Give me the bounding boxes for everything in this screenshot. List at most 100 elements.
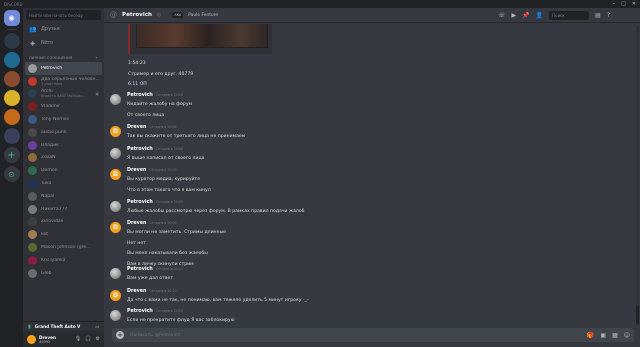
dm-item[interactable]: Domon: [23, 164, 104, 177]
message-input[interactable]: Написать @Petrovich: [130, 333, 180, 338]
avatar: [28, 140, 37, 150]
stream-icon[interactable]: ▭: [95, 324, 99, 329]
dm-item[interactable]: Archi Играет в RAGE Multiplay... ▣: [23, 88, 104, 101]
dm-item[interactable]: Vladimir: [23, 100, 104, 113]
avatar: [28, 63, 37, 73]
maximize-icon[interactable]: □: [621, 1, 626, 7]
dm-item[interactable]: Tuka: [23, 177, 104, 190]
dm-item[interactable]: Владик: [23, 139, 104, 152]
message-author[interactable]: Dreven: [127, 168, 146, 173]
scrollbar[interactable]: [636, 26, 639, 326]
title-bar: DISCORD – □ ✕: [0, 0, 640, 8]
user-panel: Dreven #0593 🎙 🎧 ⚙: [23, 331, 104, 347]
message-author[interactable]: Petrovich: [127, 309, 153, 314]
avatar: [28, 89, 37, 99]
explore-servers-icon[interactable]: ⊙: [3, 166, 20, 182]
message-composer[interactable]: + Написать @Petrovich 🎁 ▣ ▦ ☺: [112, 328, 634, 342]
message: D Dreven Сегодня в 20:09 Вы куратор медиа, …: [110, 168, 211, 196]
dm-name: Petrovich: [41, 65, 63, 71]
server-1-icon[interactable]: [3, 33, 20, 49]
dm-item[interactable]: Gleb: [23, 267, 104, 280]
dm-name: Tuka: [41, 181, 52, 187]
server-3-icon[interactable]: [3, 71, 20, 87]
dm-name: kot: [41, 232, 49, 238]
message-author[interactable]: Petrovich: [127, 200, 153, 205]
minimize-icon[interactable]: –: [613, 1, 616, 7]
avatar[interactable]: [110, 268, 121, 279]
avatar[interactable]: [110, 310, 121, 321]
avatar[interactable]: D: [110, 126, 121, 137]
microphone-icon[interactable]: 🎙: [75, 336, 81, 342]
add-dm-icon[interactable]: +: [95, 56, 98, 60]
sticker-icon[interactable]: ▦: [612, 332, 618, 339]
message-timestamp: Сегодня в 20:09: [155, 200, 183, 204]
settings-gear-icon[interactable]: ⚙: [96, 336, 100, 342]
attach-plus-icon[interactable]: +: [116, 331, 124, 339]
chat-area: @ Petrovich ◎ AKA Paulo Fenture ☏ ▶ 📌 👤 …: [104, 8, 640, 347]
avatar[interactable]: D: [110, 222, 121, 233]
message-timestamp: Сегодня в 20:08: [155, 147, 183, 151]
dm-sidebar: Найти или начать беседу 👥 Друзья ◈ Nitro ЛИ…: [23, 8, 104, 347]
message: D Dreven Сегодня в 20:09 Вы могли не замети…: [110, 221, 226, 270]
server-6-icon[interactable]: [3, 128, 20, 144]
message-author[interactable]: Petrovich: [127, 93, 153, 98]
search-input[interactable]: Поиск: [549, 10, 590, 20]
dm-item[interactable]: Zinovidze: [23, 216, 104, 229]
message-author[interactable]: Dreven: [127, 125, 146, 130]
dm-item[interactable]: audio.punk: [23, 126, 104, 139]
message-text: Вы куратор медиа, курируйте: [127, 177, 201, 182]
nav-item-0[interactable]: 👥 Друзья: [23, 22, 104, 36]
chat-recipient-name: Petrovich: [122, 12, 153, 18]
friends-icon: 👥: [29, 25, 37, 33]
avatar[interactable]: [110, 148, 121, 159]
server-5-icon[interactable]: [3, 109, 20, 125]
dm-name: Napal: [41, 193, 55, 199]
avatar: [28, 255, 37, 265]
avatar[interactable]: D: [110, 290, 121, 301]
message-author[interactable]: Petrovich: [127, 147, 153, 152]
discord-logo-icon[interactable]: ◉: [3, 10, 20, 26]
server-2-icon[interactable]: [3, 52, 20, 68]
avatar[interactable]: [110, 94, 121, 105]
gift-icon[interactable]: 🎁: [587, 332, 594, 339]
nav-item-1[interactable]: ◈ Nitro: [23, 36, 104, 50]
server-4-icon[interactable]: [3, 90, 20, 106]
dm-item[interactable]: Petrovich: [25, 62, 102, 75]
dm-item[interactable]: KrisTyanka: [23, 254, 104, 267]
add-server-icon[interactable]: +: [3, 147, 20, 163]
nitro-icon: ◈: [30, 39, 35, 47]
video-call-icon[interactable]: ▶: [512, 12, 517, 19]
dm-subtitle: Играет в RAGE Multiplay...: [41, 94, 86, 99]
emoji-icon[interactable]: ☺: [624, 332, 630, 339]
avatar[interactable]: D: [110, 169, 121, 180]
dm-item[interactable]: Napal: [23, 190, 104, 203]
gif-icon[interactable]: ▣: [600, 332, 606, 339]
message: Petrovich Сегодня в 20:09 Любые жалобы рас…: [110, 200, 305, 218]
embed-thumbnail[interactable]: [128, 24, 272, 54]
avatar: [28, 191, 37, 201]
message: D Dreven Сегодня в 20:08 Так вы скажите от …: [110, 125, 245, 143]
pin-icon[interactable]: 📌: [522, 12, 529, 19]
message: Petrovich Сегодня в 20:08 Кидайте жалобу н…: [110, 93, 192, 121]
dm-item[interactable]: Tony Nemos: [23, 113, 104, 126]
dm-item[interactable]: Два серьезных челове... 3 участника: [23, 75, 104, 88]
message-author[interactable]: Petrovich: [127, 267, 153, 272]
inbox-icon[interactable]: ▤: [595, 12, 601, 19]
add-friend-icon[interactable]: 👤: [536, 12, 543, 19]
voice-call-icon[interactable]: ☏: [498, 12, 506, 19]
close-icon[interactable]: ✕: [632, 1, 636, 7]
dm-item[interactable]: kot: [23, 228, 104, 241]
message-author[interactable]: Dreven: [127, 289, 146, 294]
dm-item[interactable]: Mason Johnson (gre...: [23, 241, 104, 254]
headset-icon[interactable]: 🎧: [85, 336, 91, 342]
avatar[interactable]: [110, 201, 121, 212]
dm-item[interactable]: Никита777: [23, 203, 104, 216]
avatar[interactable]: [27, 334, 36, 344]
message-text: Я выше написал от своего лица: [127, 156, 205, 161]
message-author[interactable]: Dreven: [127, 221, 146, 226]
find-conversation-input[interactable]: Найти или начать беседу: [26, 10, 101, 20]
message-text: От своего лица: [127, 112, 165, 118]
avatar: [28, 115, 37, 125]
dm-item[interactable]: ZozaN: [23, 152, 104, 165]
help-icon[interactable]: ?: [607, 12, 610, 19]
